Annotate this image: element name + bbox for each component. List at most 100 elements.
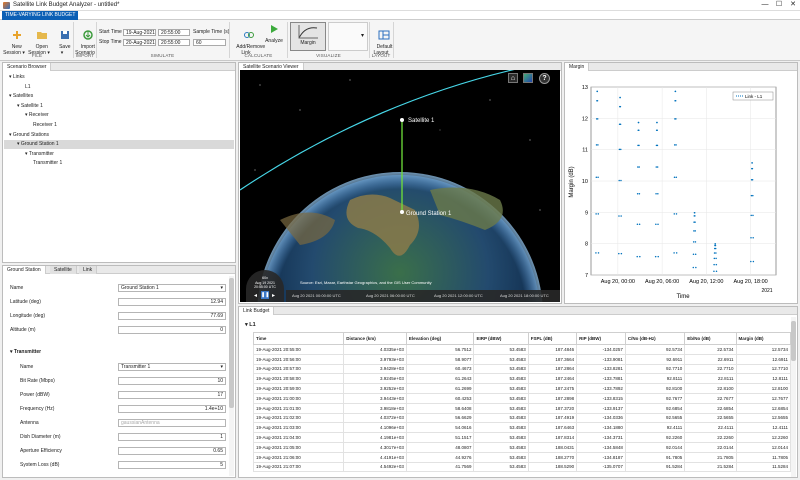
table-cell: 22.0144 [684,441,737,453]
data-point [674,90,677,93]
table-cell: 53.4583 [473,344,529,355]
table-cell: 92.2260 [624,432,686,443]
link-section-l1[interactable]: ▾ L1 [245,322,256,328]
help-icon[interactable]: ? [539,73,550,84]
tree-item-label: Transmitter [28,150,54,157]
table-cell: 92.7710 [624,363,686,375]
table-cell: 92.6911 [624,353,686,365]
data-point [596,90,599,93]
tree-item[interactable]: ▾ Ground Station 1 [4,140,234,150]
dish-diameter-label: Dish Diameter (m) [20,434,61,440]
timeline-bar[interactable]: Aug 20 2021 00:00:00 UTC Aug 20 2021 06:… [286,290,560,302]
column-header[interactable]: Time [252,332,345,345]
table-cell: 3.9245e+03 [343,373,407,385]
table-cell: 54.0616 [405,422,475,434]
start-date-field[interactable]: 19-Aug-2021 [123,29,156,36]
close-button[interactable]: ✕ [786,0,800,10]
properties-panel: Ground Station Satellite Link Name Groun… [2,265,236,478]
tree-item[interactable]: Transmitter 1 [4,159,234,168]
gs-name-select[interactable]: Ground Station 1 ▾ [118,284,226,292]
tree-item[interactable]: ▾ Transmitter [4,150,234,159]
basemap-picker-icon[interactable] [523,73,533,83]
latitude-input[interactable]: 12.94 [118,298,226,306]
stop-clock-field[interactable]: 20:55:00 [158,39,190,46]
column-header[interactable]: Eb/No (dB) [684,332,737,345]
tab-link[interactable]: Link [79,266,98,274]
properties-scrollbar[interactable] [229,276,234,476]
data-point [597,213,600,215]
gallery-expand-icon[interactable]: ▾ [361,32,364,39]
minimize-button[interactable]: — [758,0,772,10]
data-point [673,144,676,146]
margin-tab[interactable]: Margin [565,63,590,71]
table-cell: 187.8314 [527,432,578,443]
tab-ground-station[interactable]: Ground Station [3,266,46,274]
dish-diameter-input[interactable]: 1 [118,433,226,441]
maximize-button[interactable]: ☐ [772,0,786,10]
pause-icon[interactable]: ❚❚ [261,291,269,299]
column-header[interactable]: RIP (dBW) [576,332,626,345]
table-row: 19-Aug-2021 21:05:00 4.3017e+03 48.0807 53.… [252,441,792,453]
tree-item[interactable]: ▾ Receiver [4,111,234,120]
column-header[interactable]: C/No (dB-Hz) [624,332,686,345]
sample-time-field[interactable]: 60 [193,39,226,46]
home-icon[interactable]: ⌂ [508,73,518,83]
table-cell: 188.0431 [527,441,578,453]
tab-time-varying-link-budget[interactable]: TIME-VARYING LINK BUDGET [2,11,79,20]
column-header[interactable]: Distance (km) [343,332,407,345]
stop-date-field[interactable]: 20-Aug-2021 [123,39,156,46]
y-tick-label: 13 [582,85,588,91]
link-budget-scrollbar[interactable] [791,317,796,477]
data-point [656,121,658,124]
tx-name-select[interactable]: Transmitter 1 ▾ [118,363,226,371]
globe-view[interactable]: Satellite 1 Ground Station 1 Source: Esr… [240,70,560,302]
aperture-efficiency-input[interactable]: 0.65 [118,447,226,455]
table-cell: 3.9428e+03 [343,363,407,375]
table-cell: 12.4111 [735,422,792,434]
data-point [675,118,677,120]
tree-item[interactable]: L1 [4,83,234,92]
data-point [713,257,716,260]
system-loss-input[interactable]: 5 [118,461,226,469]
power-input[interactable]: 17 [118,391,226,399]
data-point [597,252,600,254]
column-header[interactable]: Margin (dB) [735,332,792,345]
table-row: 19-Aug-2021 20:57:00 3.9428e+03 60.4673 53.… [252,363,792,375]
transmitter-section-header[interactable]: ▾ Transmitter [10,349,41,355]
start-clock-field[interactable]: 20:55:00 [158,29,190,36]
data-point [638,193,641,195]
table-cell: 12.5734 [735,344,792,355]
altitude-input[interactable]: 0 [118,326,226,334]
margin-visualize-button[interactable]: Margin [290,22,326,51]
tree-item[interactable]: ▾ Ground Stations [4,131,234,140]
frequency-input[interactable]: 1.4e+10 [118,405,226,413]
antenna-input[interactable]: gaussianAntenna [118,419,226,427]
data-point [657,193,659,195]
table-cell: 19-Aug-2021 21:00:00 [252,392,345,404]
link-budget-tab[interactable]: Link Budget [239,307,275,315]
analyze-button[interactable]: Analyze [263,23,285,44]
tree-item[interactable]: ▾ Satellites [4,92,234,101]
column-header[interactable]: FSPL (dB) [527,332,578,345]
longitude-input[interactable]: 77.69 [118,312,226,320]
table-cell: 53.4583 [473,451,529,463]
column-header[interactable]: Elevation (deg) [405,332,475,345]
column-header[interactable]: EIRP (dBW) [473,332,529,345]
table-cell: 92.7677 [624,392,686,404]
tab-satellite[interactable]: Satellite [50,266,77,274]
tree-item[interactable]: ▾ Satellite 1 [4,102,234,111]
table-cell: 3.9443e+03 [343,392,407,404]
rewind-icon[interactable]: ◂ [254,292,257,299]
forward-icon[interactable]: ▸ [272,292,275,299]
table-cell: 22.4111 [684,422,737,434]
tree-item[interactable]: Receiver 1 [4,121,234,130]
table-cell: 19-Aug-2021 21:04:00 [252,432,345,443]
tree-item[interactable]: ▾ Links [4,73,234,82]
bitrate-input[interactable]: 10 [118,377,226,385]
scenario-browser-tab[interactable]: Scenario Browser [3,63,52,71]
app-icon [3,1,10,9]
satellite-label: Satellite 1 [408,118,435,124]
section-visualize: VISUALIZE [316,53,341,58]
stop-time-label: Stop Time [99,39,122,45]
data-point [655,166,658,168]
